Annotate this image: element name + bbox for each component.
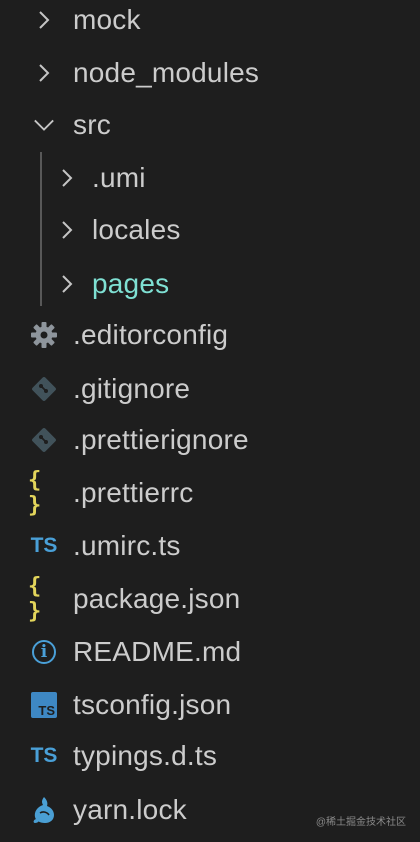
gear-icon (28, 319, 60, 351)
tree-item-label: typings.d.ts (73, 740, 218, 771)
json-braces-icon: { } (28, 574, 41, 624)
tree-item-label: .editorconfig (73, 319, 229, 350)
tree-item-typings-d-ts[interactable]: TS typings.d.ts (0, 730, 420, 782)
chevron-right-icon (56, 219, 78, 241)
json-braces-icon: { } (28, 468, 41, 518)
tree-item-yarn-lock[interactable]: yarn.lock (0, 784, 420, 836)
chevron-right-icon (33, 62, 55, 84)
tree-item-umirc-ts[interactable]: TS .umirc.ts (0, 520, 420, 572)
chevron-right-icon (56, 273, 78, 295)
tsconfig-icon: TS (28, 689, 60, 721)
tree-item-umi[interactable]: .umi (0, 152, 420, 204)
file-explorer-tree: mock node_modules src .umi locales pages (0, 0, 420, 842)
tree-item-readme-md[interactable]: i README.md (0, 626, 420, 678)
tree-item-label: .umi (92, 162, 146, 193)
tree-item-label: .prettierignore (73, 424, 249, 455)
tree-item-mock[interactable]: mock (0, 0, 420, 46)
tree-item-label: tsconfig.json (73, 689, 232, 720)
tree-item-label: README.md (73, 636, 242, 667)
tree-item-label: locales (92, 214, 181, 245)
tree-item-label: .prettierrc (73, 477, 194, 508)
yarn-icon (28, 794, 60, 826)
tree-item-editorconfig[interactable]: .editorconfig (0, 309, 420, 361)
tree-item-label: yarn.lock (73, 794, 187, 825)
git-icon (28, 373, 60, 405)
chevron-right-icon (56, 167, 78, 189)
tree-item-tsconfig-json[interactable]: TS tsconfig.json (0, 679, 420, 731)
tree-item-gitignore[interactable]: .gitignore (0, 363, 420, 415)
git-icon (28, 424, 60, 456)
tree-item-label: pages (92, 268, 170, 299)
chevron-right-icon (33, 9, 55, 31)
chevron-down-icon (33, 114, 55, 136)
tree-item-package-json[interactable]: { } package.json (0, 573, 420, 625)
tree-item-prettierignore[interactable]: .prettierignore (0, 414, 420, 466)
tree-item-node-modules[interactable]: node_modules (0, 47, 420, 99)
tree-item-label: src (73, 109, 111, 140)
typescript-icon: TS (30, 744, 58, 767)
tree-item-prettierrc[interactable]: { } .prettierrc (0, 467, 420, 519)
tree-item-label: mock (73, 4, 141, 35)
typescript-icon: TS (30, 534, 58, 557)
tree-item-pages[interactable]: pages (0, 258, 420, 310)
info-icon: i (28, 636, 60, 668)
tree-item-src[interactable]: src (0, 99, 420, 151)
tree-item-label: package.json (73, 583, 241, 614)
tree-item-label: .gitignore (73, 373, 191, 404)
tree-item-label: .umirc.ts (73, 530, 181, 561)
tree-item-locales[interactable]: locales (0, 204, 420, 256)
watermark: @稀土掘金技术社区 (315, 817, 406, 828)
tree-item-label: node_modules (73, 57, 260, 88)
